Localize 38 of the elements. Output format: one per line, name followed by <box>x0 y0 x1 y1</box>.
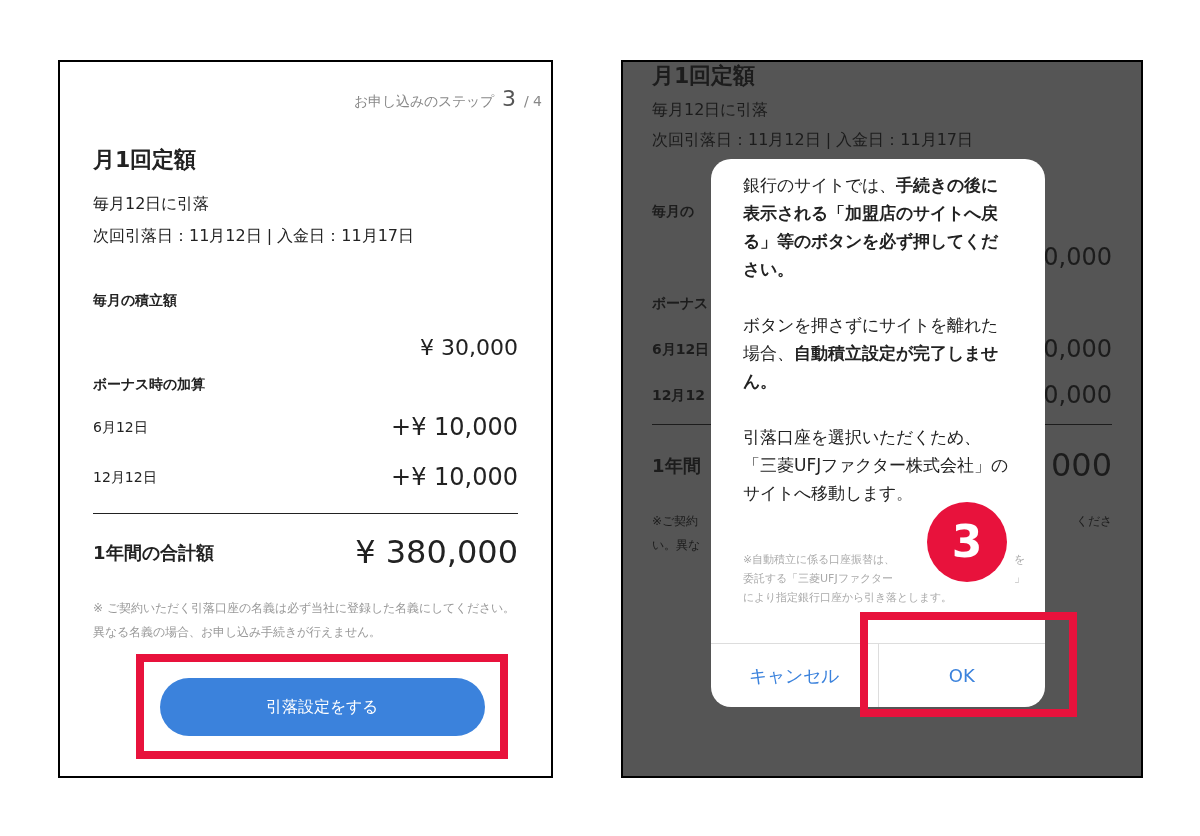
dates-text: 次回引落日：11月12日 | 入金日：11月17日 <box>652 129 974 151</box>
dialog-button[interactable]: キャンセル <box>711 644 878 707</box>
plan-title: 月1回定額 <box>652 62 757 90</box>
row-amount: 0,000 <box>1043 380 1112 411</box>
schedule-text: 毎月12日に引落 <box>652 99 770 121</box>
dialog-note: ※自動積立に係る口座振替は、 <box>743 552 896 568</box>
step-current: 3 <box>501 85 516 113</box>
dialog-message: 銀行のサイトでは、手続きの後に表示される「加盟店のサイトへ戻る」等のボタンを必ず押してください。 <box>743 174 999 281</box>
dialog-note: により指定銀行口座から引き落とします。 <box>743 590 952 606</box>
schedule-text: 毎月12日に引落 <box>93 193 211 215</box>
bonus-amount: +¥ 10,000 <box>391 462 518 493</box>
row-label: 毎月の <box>652 201 694 221</box>
monthly-label: 毎月の積立額 <box>93 291 178 310</box>
notice-text: ※ ご契約いただく引落口座の名義は必ず当社に登録した名義にしてください。異なる名義の場合、お申し込み手続きが行えません。 <box>93 600 516 641</box>
bonus-amount: +¥ 10,000 <box>391 412 518 443</box>
row-amount: 0,000 <box>1043 334 1112 365</box>
step-label: お申し込みのステップ <box>353 92 494 111</box>
dialog-note: を <box>1014 552 1025 568</box>
dialog-button[interactable]: OK <box>877 644 1045 707</box>
plan-title: 月1回定額 <box>93 146 198 174</box>
monthly-amount: ¥ 30,000 <box>420 334 518 362</box>
total-label: 1年間 <box>652 453 701 478</box>
row-label: 12月12 <box>652 385 705 405</box>
step-total: / 4 <box>523 92 542 111</box>
row-amount: 0,000 <box>1043 242 1112 273</box>
row-label: ボーナス <box>652 293 708 313</box>
bonus-date: 12月12日 <box>93 467 157 487</box>
dialog-note: 」 <box>1014 571 1025 587</box>
total-label: 1年間の合計額 <box>93 540 214 565</box>
bonus-date: 6月12日 <box>93 417 148 437</box>
dates-text: 次回引落日：11月12日 | 入金日：11月17日 <box>93 225 415 247</box>
dialog-message: ボタンを押さずにサイトを離れた場合、自動積立設定が完了しません。 <box>743 314 999 393</box>
total-amount: 000 <box>1050 445 1112 486</box>
dialog-message: 引落口座を選択いただくため、「三菱UFJファクター株式会社」のサイトへ移動します。 <box>743 426 1010 505</box>
total-amount: ¥ 380,000 <box>355 532 518 573</box>
setup-button[interactable]: 引落設定をする <box>159 677 485 736</box>
row-label: 6月12日 <box>652 339 710 359</box>
bonus-label: ボーナス時の加算 <box>93 375 206 394</box>
